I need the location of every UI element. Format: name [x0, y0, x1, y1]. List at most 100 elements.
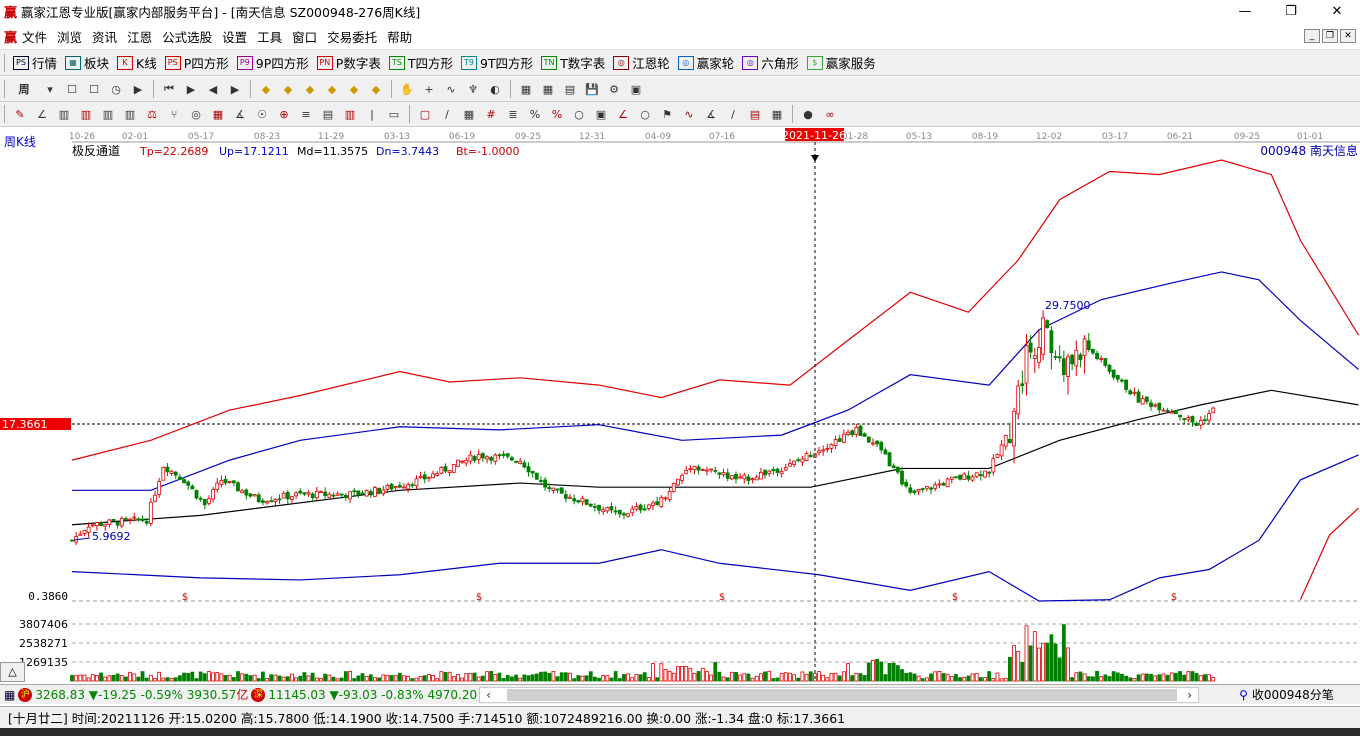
wave-icon[interactable]: ∿: [442, 80, 460, 98]
first-icon[interactable]: ⏮: [160, 80, 178, 98]
period-selector[interactable]: 周: [11, 80, 37, 98]
maximize-button[interactable]: ❐: [1268, 4, 1314, 19]
toolbar-hexagon-button[interactable]: ◎ 六角形: [742, 53, 799, 72]
ring-icon[interactable]: ○: [636, 105, 654, 123]
toolbar-p-square-button[interactable]: PS P四方形: [164, 53, 229, 72]
compass-icon[interactable]: ⊕: [275, 105, 293, 123]
fib-icon[interactable]: ▦: [768, 105, 786, 123]
shenzhen-index[interactable]: 11145.03 ▼-93.03 -0.83% 4970.20: [268, 688, 477, 702]
toolbar-9t-square-button[interactable]: T9 9T四方形: [460, 53, 533, 72]
toolbar-t-number-table-button[interactable]: TN T数字表: [541, 53, 605, 72]
period-icon[interactable]: ▾: [41, 80, 59, 98]
mdi-restore-button[interactable]: ❐: [1322, 29, 1338, 43]
grid-3-icon[interactable]: ▥: [99, 105, 117, 123]
print-icon[interactable]: ▤: [561, 80, 579, 98]
play-icon[interactable]: ▶: [182, 80, 200, 98]
infinity-icon[interactable]: ∞: [821, 105, 839, 123]
mdi-close-button[interactable]: ✕: [1340, 29, 1356, 43]
rect-icon[interactable]: ▭: [385, 105, 403, 123]
toolbar-sectors-button[interactable]: ▦ 板块: [65, 53, 109, 72]
square-icon[interactable]: ▢: [416, 105, 434, 123]
menu-item-1[interactable]: 浏览: [57, 27, 82, 46]
pie-icon[interactable]: ●: [799, 105, 817, 123]
diamond-4-icon[interactable]: ◆: [323, 80, 341, 98]
menu-item-3[interactable]: 江恩: [127, 27, 152, 46]
menu-item-2[interactable]: 资讯: [92, 27, 117, 46]
stairs-icon[interactable]: ▤: [319, 105, 337, 123]
bars-icon[interactable]: ▦: [209, 105, 227, 123]
menu-item-6[interactable]: 工具: [257, 27, 282, 46]
toolbar-9p-square-button[interactable]: P9 9P四方形: [236, 53, 309, 72]
calc-icon[interactable]: ▦: [539, 80, 557, 98]
pen-icon[interactable]: ✎: [11, 105, 29, 123]
kline-chart[interactable]: 10-26 02-01 05-17 08-23 11-29 03-13 06-19 09-25…: [0, 127, 1360, 683]
menu-item-9[interactable]: 帮助: [387, 27, 412, 46]
spiral-icon[interactable]: ☉: [253, 105, 271, 123]
scroll-right-button[interactable]: ›: [1187, 688, 1192, 702]
table-2-icon[interactable]: ▤: [746, 105, 764, 123]
zoom-out-icon[interactable]: ◷: [107, 80, 125, 98]
toolbar-gann-wheel-button[interactable]: ◎ 江恩轮: [613, 53, 670, 72]
stacks-icon[interactable]: ▥: [341, 105, 359, 123]
line-icon[interactable]: /: [438, 105, 456, 123]
scroll-left-button[interactable]: ‹: [486, 688, 491, 702]
table-icon[interactable]: ▦: [460, 105, 478, 123]
collapse-panel-button[interactable]: △: [0, 662, 25, 682]
diamond-2-icon[interactable]: ◆: [279, 80, 297, 98]
shanghai-badge[interactable]: 沪: [18, 687, 33, 702]
toolbar-winner-service-button[interactable]: $ 赢家服务: [806, 53, 876, 72]
percent-icon[interactable]: %: [526, 105, 544, 123]
menu-item-4[interactable]: 公式选股: [162, 27, 212, 46]
lines-icon[interactable]: ≡: [297, 105, 315, 123]
toolbar-winner-wheel-button[interactable]: ◎ 赢家轮: [677, 53, 734, 72]
mdi-minimize-button[interactable]: _: [1304, 29, 1320, 43]
grid-2-icon[interactable]: ▥: [77, 105, 95, 123]
diamond-1-icon[interactable]: ◆: [257, 80, 275, 98]
fan-icon[interactable]: ∡: [231, 105, 249, 123]
calendar-icon[interactable]: ▦: [517, 80, 535, 98]
wave2-icon[interactable]: ∿: [680, 105, 698, 123]
lines-2-icon[interactable]: ≣: [504, 105, 522, 123]
save-icon[interactable]: 💾: [583, 80, 601, 98]
tilt-icon[interactable]: /: [724, 105, 742, 123]
minimize-button[interactable]: —: [1222, 4, 1268, 19]
menu-item-5[interactable]: 设置: [222, 27, 247, 46]
diamond-5-icon[interactable]: ◆: [345, 80, 363, 98]
circle-icon[interactable]: ○: [570, 105, 588, 123]
scale-icon[interactable]: ⚖: [143, 105, 161, 123]
toolbar-t-square-button[interactable]: TS T四方形: [388, 53, 453, 72]
dropdown-icon[interactable]: ☐: [63, 80, 81, 98]
fork-icon[interactable]: ⑂: [165, 105, 183, 123]
toolbar-kline-button[interactable]: K K线: [117, 53, 157, 72]
box-icon[interactable]: ▣: [592, 105, 610, 123]
menu-logo-icon[interactable]: 赢: [4, 27, 17, 46]
flag-icon[interactable]: ⚑: [658, 105, 676, 123]
diamond-6-icon[interactable]: ◆: [367, 80, 385, 98]
grid-1-icon[interactable]: ▥: [55, 105, 73, 123]
tooth-icon[interactable]: ♆: [464, 80, 482, 98]
menu-item-0[interactable]: 文件: [22, 27, 47, 46]
toolbar-quotes-button[interactable]: PS 行情: [13, 53, 57, 72]
shanghai-index[interactable]: 3268.83 ▼-19.25 -0.59% 3930.57: [35, 688, 236, 702]
close-button[interactable]: ✕: [1314, 4, 1360, 19]
menu-item-8[interactable]: 交易委托: [327, 27, 377, 46]
angle-icon[interactable]: ∠: [33, 105, 51, 123]
fan2-icon[interactable]: ∡: [702, 105, 720, 123]
circles-icon[interactable]: ◎: [187, 105, 205, 123]
calendar-icon[interactable]: ▦: [4, 688, 15, 702]
shenzhen-badge[interactable]: 深: [251, 687, 266, 702]
zoom-in-icon[interactable]: ☐: [85, 80, 103, 98]
toolbar-p-number-table-button[interactable]: PN P数字表: [316, 53, 381, 72]
left-icon[interactable]: ◀: [204, 80, 222, 98]
cursor-icon[interactable]: ▶: [129, 80, 147, 98]
grid-icon[interactable]: #: [482, 105, 500, 123]
grid-4-icon[interactable]: ▥: [121, 105, 139, 123]
percent-2-icon[interactable]: %: [548, 105, 566, 123]
crosshair-icon[interactable]: +: [420, 80, 438, 98]
diamond-3-icon[interactable]: ◆: [301, 80, 319, 98]
right-icon[interactable]: ▶: [226, 80, 244, 98]
hand-icon[interactable]: ✋: [398, 80, 416, 98]
settings-icon[interactable]: ⚙: [605, 80, 623, 98]
vertical-icon[interactable]: |: [363, 105, 381, 123]
export-icon[interactable]: ▣: [627, 80, 645, 98]
